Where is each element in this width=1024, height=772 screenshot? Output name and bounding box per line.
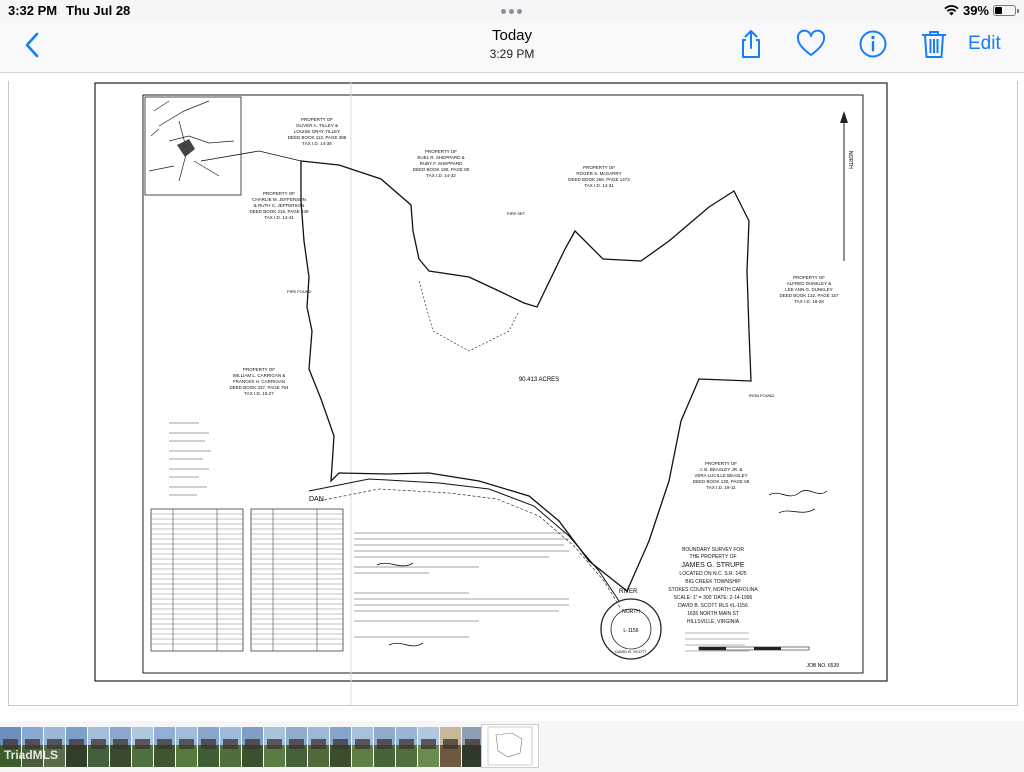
thumbnail[interactable] [374, 727, 395, 767]
adjoiner-label-line: ROGER S. McGARRY [576, 171, 621, 176]
adjoiner-label-line: DEED BOOK 258, PAGE 1473 [568, 177, 630, 182]
thumbnail[interactable] [242, 727, 263, 767]
adjoiner-label-line: TAX I.D. 14-32 [426, 173, 456, 178]
status-time: 3:32 PM [8, 3, 58, 18]
watermark: TriadMLS [4, 748, 59, 762]
pipe-found-label: PIPE FOUND [287, 289, 312, 294]
thumbnail[interactable] [220, 727, 241, 767]
thumbnail[interactable] [198, 727, 219, 767]
adjoiner-label-line: RUBY F. SHEPPARD [420, 161, 464, 166]
thumbnail[interactable] [66, 727, 87, 767]
battery-icon [993, 5, 1019, 16]
adjoiner-label-line: DEED BOOK 130, PAGE 68 [693, 479, 750, 484]
adjoiner-label-line: PROPERTY OF [301, 117, 333, 122]
thumbnail[interactable] [154, 727, 175, 767]
adjoiner-label-line: DEED BOOK 215, PAGE 249 [250, 209, 309, 214]
seal-number: L-1156 [623, 628, 638, 634]
adjoiner-label-line: DEED BOOK 132, PAGE 157 [780, 293, 839, 298]
thumbnail[interactable] [396, 727, 417, 767]
adjoiner-label-line: LEE ANN G. DUNKLEY [785, 287, 833, 292]
adjoiner-label-line: DEED BOOK 190, PAGE 80 [413, 167, 470, 172]
adjoiner-label-line: TAX I.D. 18-28 [794, 299, 824, 304]
adjoiner-label-line: TAX I.D. 14-36 [302, 141, 332, 146]
dan-label: DAN [309, 496, 324, 503]
title-boundary: BOUNDARY SURVEY FOR [682, 547, 744, 553]
thumbnail[interactable] [88, 727, 109, 767]
adjoiner-label-line: EUEL R. SHEPPARD & [417, 155, 464, 160]
adjoiner-label-line: PROPERTY OF [243, 367, 275, 372]
survey-plat-photo[interactable]: NORTH PROPERTY OF OLIVER A. TILLEY & LOUIS… [8, 81, 1018, 706]
adjoiner-label-line: PROPERTY OF [263, 191, 295, 196]
thumbnail[interactable] [308, 727, 329, 767]
acreage-label: 90.413 ACRES [519, 377, 559, 383]
thumbnail[interactable] [330, 727, 351, 767]
thumbnail[interactable] [352, 727, 373, 767]
adjoiner-label-line: PROPERTY OF [583, 165, 615, 170]
adjoiner-label-line: PROPERTY OF [425, 149, 457, 154]
adjoiner-label-line: & RUTH C. JEFFERSON [254, 203, 305, 208]
wifi-icon [944, 5, 959, 16]
thumbnail-strip[interactable] [0, 722, 1024, 768]
title-scale: SCALE: 1" = 300' DATE: 2-14-1996 [674, 595, 753, 601]
adjoiner-label-line: WILLIAM L. CARRIGAN & [233, 373, 286, 378]
edit-button[interactable]: Edit [968, 33, 1001, 55]
river-label: RIVER [619, 589, 638, 595]
info-icon[interactable] [857, 28, 889, 60]
title-county: STOKES COUNTY, NORTH CAROLINA [668, 587, 758, 593]
north-label: NORTH [847, 151, 853, 169]
multitasking-dots-icon[interactable] [501, 9, 522, 14]
survey-plat-drawing: NORTH PROPERTY OFOLIVER A. TILLEY &LOUIS… [94, 81, 888, 705]
title-owner: JAMES G. STRUPE [681, 562, 744, 569]
thumbnail[interactable] [286, 727, 307, 767]
battery-level-fill [995, 7, 1003, 14]
adjoiner-label-line: PROPERTY OF [705, 461, 737, 466]
photo-viewer[interactable]: NORTH PROPERTY OF OLIVER A. TILLEY & LOUIS… [0, 73, 1024, 721]
title-address: 1626 NORTH MAIN ST [687, 611, 739, 617]
status-date: Thu Jul 28 [66, 3, 131, 18]
adjoiner-label-line: LOUISE GRAY TILLEY [294, 129, 340, 134]
thumbnail[interactable] [440, 727, 461, 767]
adjoiner-label-line: VERA LUCILLE BEASLEY [694, 473, 747, 478]
thumbnail[interactable] [264, 727, 285, 767]
pipe-set-label: PIPE SET [507, 211, 526, 216]
battery-percent: 39% [962, 3, 989, 18]
status-right: 39% [944, 3, 1019, 18]
status-bar: 3:32 PM Thu Jul 28 39% [0, 0, 1024, 22]
thumbnail-selected[interactable] [481, 724, 539, 768]
adjoiner-label-line: J. B. BEASLEY JR. & [700, 467, 743, 472]
adjoiner-label-line: TAX I.D. 19-11 [706, 485, 736, 490]
toolbar: Today 3:29 PM Edit [0, 22, 1024, 73]
seal-name: DAVID B. SCOTT [615, 649, 647, 654]
adjoiner-label-line: DEED BOOK 113, PAGE 388 [288, 135, 347, 140]
adjoiner-label-line: OLIVER A. TILLEY & [296, 123, 338, 128]
adjoiner-label-line: TAX I.D. 14-31 [584, 183, 614, 188]
adjoiner-label-line: TAX I.D. 14-41 [264, 215, 294, 220]
adjoiner-label-line: ALFRED DUNKLEY & [787, 281, 831, 286]
title-surveyor: DAVID B. SCOTT RLS #L-1156 [678, 603, 748, 609]
heart-icon[interactable] [795, 28, 827, 60]
adjoiner-label-line: FRANCES H. CARRIGAN [233, 379, 285, 384]
iron-found-label: IRON FOUND [749, 393, 774, 398]
seal-north: NORTH [622, 609, 640, 615]
title-property-of: THE PROPERTY OF [689, 554, 736, 560]
thumbnail[interactable] [418, 727, 439, 767]
share-icon[interactable] [735, 28, 767, 60]
adjoiner-label-line: DEED BOOK 337, PAGE 764 [230, 385, 289, 390]
adjoiner-label-line: CHARLIE M. JEFFERSON [252, 197, 306, 202]
thumbnail[interactable] [132, 727, 153, 767]
job-number: JOB NO. 6539 [806, 663, 839, 669]
title-city: HILLSVILLE, VIRGINIA [687, 619, 740, 625]
adjoiner-label-line: PROPERTY OF [793, 275, 825, 280]
adjoiner-label-line: TAX I.D. 15-27 [244, 391, 274, 396]
title-township: BIG CREEK TOWNSHIP [685, 579, 741, 585]
title-located: LOCATED ON N.C. S.R. 1425 [679, 571, 746, 577]
trash-icon[interactable] [918, 28, 950, 60]
thumbnail[interactable] [110, 727, 131, 767]
thumbnail[interactable] [462, 727, 483, 767]
thumbnail[interactable] [176, 727, 197, 767]
